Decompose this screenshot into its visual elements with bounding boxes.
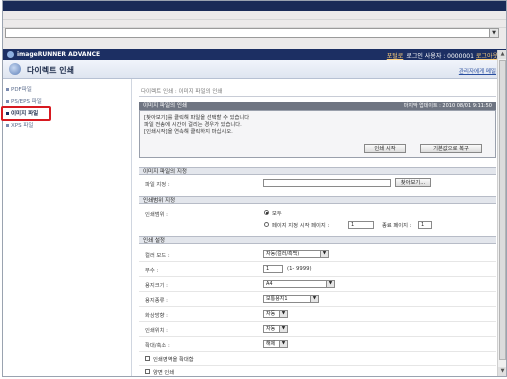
file-label: 파일 지정 : xyxy=(145,182,170,188)
file-section-header: 이미지 파일의 지정 xyxy=(139,167,496,175)
range-all-label: 모두 xyxy=(272,211,282,217)
reset-defaults-button[interactable]: 기본값으로 복구 xyxy=(420,144,482,153)
start-page-input[interactable]: 1 xyxy=(348,221,374,229)
copies-label: 부수 : xyxy=(145,268,159,274)
file-path-input[interactable] xyxy=(263,179,391,187)
address-dropdown-icon[interactable]: ▼ xyxy=(489,29,498,37)
window-title-bar xyxy=(3,1,506,11)
direct-print-icon xyxy=(9,63,21,75)
chevron-down-icon: ▼ xyxy=(326,281,334,287)
orientation-select[interactable]: 자동 ▼ xyxy=(263,310,288,318)
browse-button[interactable]: 찾아보기... xyxy=(395,178,431,187)
bullet-icon xyxy=(6,100,9,103)
scroll-down-icon[interactable]: ▼ xyxy=(498,367,506,376)
color-mode-label: 컬러 모드 : xyxy=(145,253,170,259)
duplex-label: 양면 인쇄 xyxy=(153,370,175,376)
portal-link[interactable]: 포털로 xyxy=(387,53,404,60)
scroll-up-icon[interactable]: ▲ xyxy=(498,50,506,59)
range-section-header: 인쇄범위 지정 xyxy=(139,196,496,204)
chevron-down-icon: ▼ xyxy=(310,296,318,302)
user-area: 포털로 로그인 사용자 : 0000001 로그아웃 xyxy=(387,51,498,60)
vertical-scrollbar[interactable]: ▲ ▼ xyxy=(497,50,506,376)
start-print-button[interactable]: 인쇄 시작 xyxy=(364,144,406,153)
range-pages-radio[interactable] xyxy=(264,222,269,227)
bullet-icon xyxy=(6,88,9,91)
enlarge-area-checkbox[interactable] xyxy=(145,356,150,361)
brand-name: imageRUNNER ADVANCE xyxy=(17,51,101,58)
sidebar: PDF파일 PS/EPS 파일 이미지 파일 XPS 파일 xyxy=(3,79,132,376)
breadcrumb: 다이렉트 인쇄 : 이미지 파일의 인쇄 xyxy=(141,89,223,95)
chevron-down-icon: ▼ xyxy=(279,311,287,317)
copies-hint: (1- 9999) xyxy=(287,266,312,272)
print-position-select[interactable]: 자동 ▼ xyxy=(263,325,288,333)
orientation-label: 화상방향 : xyxy=(145,313,168,319)
instruction-2: 파일 전송에 시간이 걸리는 경우가 있습니다. xyxy=(144,122,242,128)
app-header: imageRUNNER ADVANCE 포털로 로그인 사용자 : 0000001… xyxy=(3,49,506,60)
paper-type-label: 용지종류 : xyxy=(145,298,168,304)
settings-section-header: 인쇄 설정 xyxy=(139,236,496,244)
canon-logo-icon xyxy=(7,51,14,58)
end-page-label: 종료 페이지 : xyxy=(382,223,412,229)
chevron-down-icon: ▼ xyxy=(279,341,287,347)
enlarge-area-label: 인쇄영역을 확대함 xyxy=(153,357,194,363)
sidebar-item-ps-eps[interactable]: PS/EPS 파일 xyxy=(6,97,42,105)
bullet-icon xyxy=(6,124,9,127)
print-panel-header: 이미지 파일의 인쇄 마지막 업데이트 : 2010 08/01 9:11:50 xyxy=(139,102,496,110)
sidebar-item-pdf[interactable]: PDF파일 xyxy=(6,85,32,93)
copies-input[interactable]: 1 xyxy=(263,265,283,273)
chevron-down-icon: ▼ xyxy=(320,251,328,257)
instruction-3: [인쇄시작]을 연속해 클릭하지 마십시오. xyxy=(144,129,233,135)
range-label: 인쇄범위 : xyxy=(145,212,168,218)
browser-window: ▼ imageRUNNER ADVANCE 포털로 로그인 사용자 : 00000… xyxy=(2,0,507,377)
range-pages-label: 페이지 지정 시작 페이지 : xyxy=(272,223,330,229)
last-updated: 마지막 업데이트 : 2010 08/01 9:11:50 xyxy=(403,103,492,109)
page-title-bar: 다이렉트 인쇄 관리자에게 메일 xyxy=(3,60,506,79)
color-mode-select[interactable]: 자동(컬러/흑백) ▼ xyxy=(263,250,329,258)
logout-link[interactable]: 로그아웃 xyxy=(476,53,498,60)
duplex-checkbox[interactable] xyxy=(145,369,150,374)
mail-admin-link[interactable]: 관리자에게 메일 xyxy=(459,67,496,75)
zoom-label: 확대/축소 : xyxy=(145,343,170,349)
main-content: 다이렉트 인쇄 : 이미지 파일의 인쇄 이미지 파일의 인쇄 마지막 업데이트… xyxy=(133,79,504,376)
active-item-highlight xyxy=(1,106,51,121)
print-panel: [찾아보기]를 클릭해 파일을 선택할 수 있습니다 파일 전송에 시간이 걸리… xyxy=(139,110,496,158)
scroll-thumb[interactable] xyxy=(499,60,506,360)
instruction-1: [찾아보기]를 클릭해 파일을 선택할 수 있습니다 xyxy=(144,115,250,121)
paper-size-select[interactable]: A4 ▼ xyxy=(263,280,335,288)
page-title: 다이렉트 인쇄 xyxy=(27,66,74,75)
logged-in-user: 로그인 사용자 : 0000001 xyxy=(406,53,474,60)
range-all-radio[interactable] xyxy=(264,210,269,215)
paper-size-label: 용지크기 : xyxy=(145,283,168,289)
address-bar[interactable]: ▼ xyxy=(5,28,499,38)
paper-type-select[interactable]: 보통용지1 ▼ xyxy=(263,295,319,303)
chevron-down-icon: ▼ xyxy=(279,326,287,332)
sidebar-item-xps[interactable]: XPS 파일 xyxy=(6,121,33,129)
end-page-input[interactable]: 1 xyxy=(418,221,432,229)
print-position-label: 인쇄위치 : xyxy=(145,328,168,334)
zoom-select[interactable]: 해제 ▼ xyxy=(263,340,288,348)
